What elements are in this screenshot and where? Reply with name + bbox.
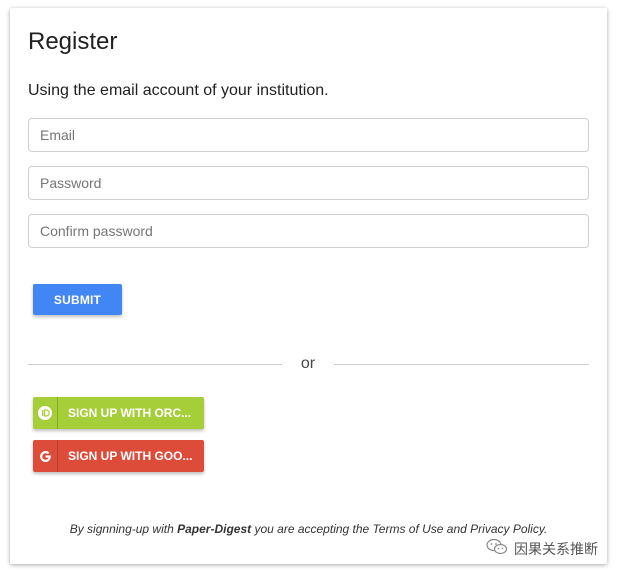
- orcid-signup-button[interactable]: SIGN UP WITH ORC...: [33, 397, 204, 429]
- google-signup-label: SIGN UP WITH GOO...: [68, 449, 193, 463]
- password-input[interactable]: [29, 167, 588, 199]
- watermark-text: 因果关系推断: [514, 542, 598, 558]
- register-card: Register Using the email account of your…: [10, 8, 607, 564]
- password-field[interactable]: [28, 166, 589, 200]
- email-input[interactable]: [29, 119, 588, 151]
- page-title: Register: [28, 28, 118, 55]
- terms-suffix: you are accepting the Terms of Use and P…: [251, 522, 548, 536]
- terms-prefix: By signning-up with: [69, 522, 178, 536]
- divider-left: [28, 364, 282, 365]
- google-g-icon: [33, 440, 58, 472]
- submit-button[interactable]: SUBMIT: [33, 284, 122, 315]
- confirm-password-field[interactable]: [28, 214, 589, 248]
- terms-notice: By signning-up with Paper-Digest you are…: [10, 522, 607, 536]
- email-field[interactable]: [28, 118, 589, 152]
- wechat-icon: [486, 538, 508, 560]
- divider-right: [334, 364, 589, 365]
- watermark: 因果关系推断: [486, 538, 598, 560]
- or-separator: or: [300, 355, 316, 372]
- form-subtitle: Using the email account of your institut…: [28, 82, 329, 99]
- orcid-icon: [33, 397, 58, 429]
- orcid-signup-label: SIGN UP WITH ORC...: [68, 406, 192, 420]
- brand-name: Paper-Digest: [177, 522, 252, 536]
- confirm-password-input[interactable]: [29, 215, 588, 247]
- google-signup-button[interactable]: SIGN UP WITH GOO...: [33, 440, 204, 472]
